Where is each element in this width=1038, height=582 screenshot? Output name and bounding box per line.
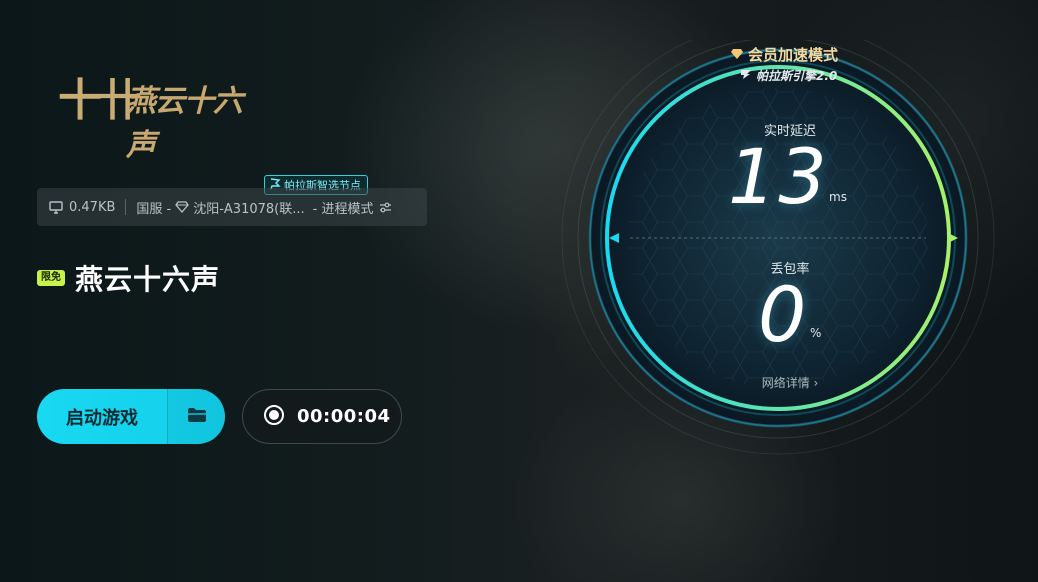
network-details-link[interactable]: 网络详情 › bbox=[740, 374, 840, 391]
packet-loss-value: 0 bbox=[758, 270, 807, 359]
divider bbox=[125, 199, 127, 215]
free-tag: 限免 bbox=[37, 270, 65, 286]
record-icon bbox=[263, 404, 285, 430]
logo-text: 燕云十六声 bbox=[126, 84, 243, 163]
connection-info-bar: 0.47KB 国服 - 沈阳-A31078(联... - 进程模式 bbox=[37, 188, 427, 226]
game-logo: 十卄 燕云十六声 bbox=[58, 60, 258, 163]
record-timer-button[interactable]: 00:00:04 bbox=[242, 389, 402, 444]
packet-loss-unit: % bbox=[810, 326, 822, 340]
traffic-value: 0.47KB bbox=[69, 199, 116, 215]
traffic-indicator: 0.47KB bbox=[49, 200, 115, 215]
settings-sliders-icon bbox=[379, 202, 392, 213]
folder-icon bbox=[187, 407, 207, 427]
monitor-icon bbox=[49, 200, 63, 214]
latency-value: 13 bbox=[728, 132, 829, 221]
node-name: 沈阳-A31078(联... bbox=[193, 201, 305, 217]
vip-mode-text: 会员加速模式 bbox=[748, 46, 839, 64]
game-title-row: 限免 燕云十六声 bbox=[37, 258, 220, 298]
mode-selector[interactable]: - 进程模式 bbox=[313, 198, 393, 217]
node-selector[interactable]: 国服 - 沈阳-A31078(联... bbox=[136, 198, 305, 217]
open-folder-button[interactable] bbox=[168, 389, 225, 444]
latency-unit: ms bbox=[829, 190, 847, 204]
timer-value: 00:00:04 bbox=[297, 406, 391, 427]
diamond-icon bbox=[175, 201, 190, 213]
mode-label: - 进程模式 bbox=[312, 201, 374, 217]
engine-flag-icon bbox=[740, 69, 752, 83]
gem-icon bbox=[730, 46, 744, 64]
engine-text: 帕拉斯引擎2.0 bbox=[756, 69, 838, 83]
launch-label: 启动游戏 bbox=[66, 407, 138, 429]
game-title: 燕云十六声 bbox=[75, 263, 221, 296]
region-label: 国服 - bbox=[136, 201, 172, 217]
launch-game-button[interactable]: 启动游戏 bbox=[37, 389, 225, 444]
network-gauge bbox=[561, 40, 995, 455]
vip-mode-label: 会员加速模式 bbox=[730, 44, 838, 65]
engine-label: 帕拉斯引擎2.0 bbox=[740, 67, 837, 84]
